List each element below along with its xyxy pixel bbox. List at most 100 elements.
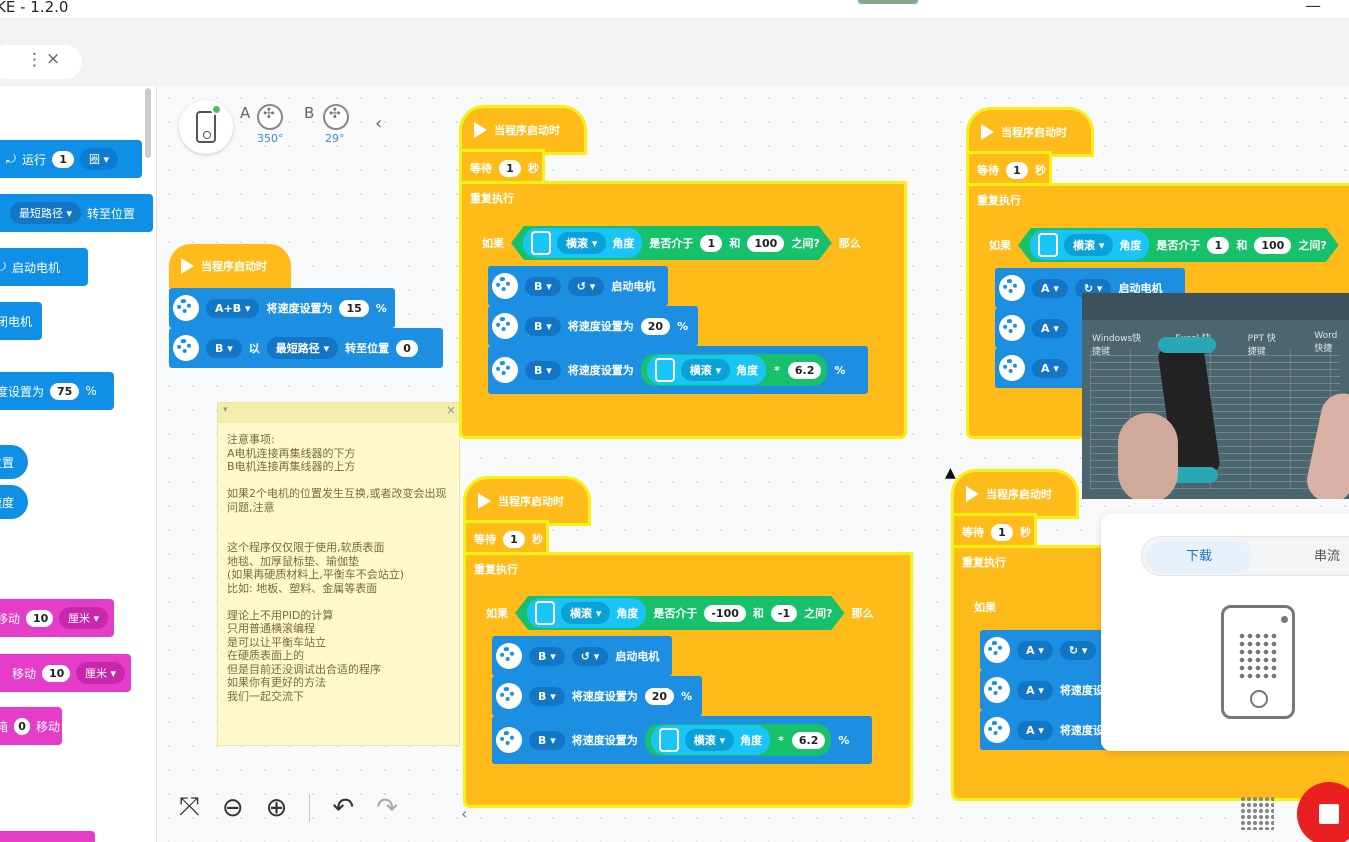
stream-tab[interactable]: 串流 bbox=[1287, 541, 1349, 573]
when-program-starts-block[interactable]: 当程序启动时 bbox=[169, 244, 291, 288]
zoom-in-icon[interactable]: ⊕ bbox=[266, 793, 288, 823]
wait-value[interactable]: 1 bbox=[1006, 161, 1028, 179]
hub-angle-reporter[interactable]: 横滚 角度 bbox=[650, 725, 771, 755]
low-value[interactable]: 1 bbox=[1207, 236, 1230, 254]
port-dropdown[interactable]: B bbox=[529, 686, 565, 706]
wait-value[interactable]: 1 bbox=[499, 159, 521, 177]
palette-block-start-motor[interactable]: ⤾ 启动电机 bbox=[0, 248, 88, 286]
unit-dropdown[interactable]: 圈 bbox=[80, 148, 119, 170]
axis-dropdown[interactable]: 横滚 bbox=[561, 602, 611, 624]
low-value[interactable]: -100 bbox=[704, 604, 746, 622]
palette-block-turn-to[interactable]: 最短路径 转至位置 bbox=[0, 194, 153, 232]
multiplier-value[interactable]: 6.2 bbox=[791, 731, 826, 749]
palette-block-run-rotations[interactable]: ⤾ 运行 1 圈 bbox=[0, 140, 142, 178]
port-dropdown[interactable]: A bbox=[1032, 278, 1068, 298]
is-between-condition[interactable]: 横滚 角度 是否介于 1 和 100 之间? bbox=[1018, 228, 1339, 262]
port-dropdown[interactable]: B bbox=[529, 646, 565, 666]
rotation-value[interactable]: 1 bbox=[52, 150, 75, 168]
hub-angle-reporter[interactable]: 横滚 角度 bbox=[1030, 230, 1150, 260]
set-speed-block[interactable]: A+B 将速度设置为 15 % bbox=[169, 288, 395, 328]
is-between-condition[interactable]: 横滚 角度 是否介于 1 和 100 之间? bbox=[511, 226, 832, 260]
axis-dropdown[interactable]: 横滚 bbox=[680, 359, 731, 381]
port-dropdown[interactable]: B bbox=[525, 360, 561, 380]
speed-value[interactable]: 15 bbox=[339, 299, 369, 317]
collapse-note-icon[interactable]: ▾ bbox=[223, 405, 228, 415]
minimize-button[interactable]: — bbox=[1305, 0, 1321, 15]
hub-angle-reporter[interactable]: 横滚 角度 bbox=[527, 598, 647, 628]
port-dropdown[interactable]: B bbox=[525, 316, 561, 336]
note-text[interactable]: 注意事项: A电机连接再集线器的下方 B电机连接再集线器的上方 如果2个电机的位… bbox=[218, 423, 459, 713]
wait-block[interactable]: 等待 1 秒 bbox=[954, 516, 1034, 548]
download-tab[interactable]: 下载 bbox=[1146, 541, 1252, 573]
unit-dropdown[interactable]: 厘米 bbox=[58, 607, 108, 629]
palette-block-stop-motor[interactable]: 关闭电机 bbox=[0, 302, 42, 340]
high-value[interactable]: 100 bbox=[747, 234, 785, 252]
turn-to-position-block[interactable]: B 以 最短路径 转至位置 0 bbox=[169, 328, 443, 368]
more-icon[interactable]: ⋮ bbox=[26, 50, 43, 70]
port-dropdown[interactable]: A bbox=[1032, 358, 1068, 378]
hub-connection-button[interactable] bbox=[179, 100, 233, 154]
hub-angle-reporter[interactable]: 横滚 角度 bbox=[646, 355, 767, 385]
collapse-hub-panel[interactable]: ‹ bbox=[375, 113, 382, 134]
if-block[interactable]: 如果 横滚 角度 是否介于 1 和 100 之间? 那么 bbox=[474, 224, 904, 262]
high-value[interactable]: 100 bbox=[1254, 236, 1292, 254]
is-between-condition[interactable]: 横滚 角度 是否介于 -100 和 -1 之间? bbox=[515, 596, 845, 630]
unit-dropdown[interactable]: 厘米 bbox=[75, 662, 125, 684]
set-speed-expression-block[interactable]: B 将速度设置为 横滚 角度 * 6.2 % bbox=[492, 716, 872, 764]
palette-reporter-position[interactable]: 位置 bbox=[0, 445, 28, 479]
palette-block-move-2[interactable]: 移动 10 厘米 bbox=[0, 654, 131, 692]
set-speed-expression-block[interactable]: B 将速度设置为 横滚 角度 * 6.2 % bbox=[488, 346, 868, 394]
comment-note[interactable]: ▾ × 注意事项: A电机连接再集线器的下方 B电机连接再集线器的上方 如果2个… bbox=[217, 402, 460, 746]
when-program-starts-block[interactable]: 当程序启动时 bbox=[462, 108, 584, 152]
speed-value[interactable]: 20 bbox=[640, 317, 671, 335]
zoom-out-icon[interactable]: ⊖ bbox=[222, 793, 244, 823]
palette-reporter-speed[interactable]: 速度 bbox=[0, 485, 28, 519]
move-value[interactable]: 10 bbox=[26, 609, 53, 627]
wait-value[interactable]: 1 bbox=[503, 530, 525, 548]
port-dropdown[interactable]: A bbox=[1017, 640, 1053, 660]
port-dropdown[interactable]: A+B bbox=[206, 298, 260, 318]
port-dropdown[interactable]: A bbox=[1017, 720, 1053, 740]
close-note-icon[interactable]: × bbox=[446, 403, 456, 417]
hub-device-icon[interactable] bbox=[1221, 605, 1295, 719]
when-program-starts-block[interactable]: 当程序启动时 bbox=[466, 479, 588, 523]
move-value[interactable]: 10 bbox=[42, 664, 70, 682]
wait-block[interactable]: 等待 1 秒 bbox=[466, 523, 546, 555]
low-value[interactable]: 1 bbox=[700, 234, 723, 252]
wait-value[interactable]: 1 bbox=[991, 523, 1013, 541]
position-value[interactable]: 0 bbox=[396, 339, 419, 357]
move-value[interactable]: 0 bbox=[14, 717, 31, 735]
if-block[interactable]: 如果 横滚 角度 是否介于 -100 和 -1 之间? 那么 bbox=[478, 594, 910, 632]
rotate-ccw-icon[interactable]: ↺ bbox=[571, 646, 609, 666]
axis-dropdown[interactable]: 横滚 bbox=[684, 729, 735, 751]
speed-value[interactable]: 20 bbox=[644, 687, 675, 705]
axis-dropdown[interactable]: 横滚 bbox=[557, 232, 607, 254]
axis-dropdown[interactable]: 横滚 bbox=[1064, 234, 1114, 256]
redo-icon[interactable]: ↷ bbox=[376, 793, 398, 823]
port-dropdown[interactable]: B bbox=[206, 338, 242, 358]
multiplier-value[interactable]: 6.2 bbox=[787, 361, 822, 379]
start-motor-block[interactable]: B ↺ 启动电机 bbox=[492, 636, 672, 676]
collapse-toolbar-icon[interactable]: ‹ bbox=[461, 804, 467, 823]
when-program-starts-block[interactable]: 当程序启动时 bbox=[954, 472, 1076, 516]
multiply-operator[interactable]: 横滚 角度 * 6.2 bbox=[644, 724, 832, 756]
stop-button[interactable] bbox=[1297, 782, 1349, 842]
when-program-starts-block[interactable]: 当程序启动时 bbox=[969, 110, 1091, 154]
palette-block-set-speed[interactable]: 速度设置为 75 % bbox=[0, 372, 114, 410]
wait-block[interactable]: 等待 1 秒 bbox=[462, 152, 542, 184]
high-value[interactable]: -1 bbox=[770, 604, 798, 622]
speed-value[interactable]: 75 bbox=[50, 382, 80, 400]
port-dropdown[interactable]: A bbox=[1032, 318, 1068, 338]
start-motor-block[interactable]: B ↺ 启动电机 bbox=[488, 266, 668, 306]
undo-icon[interactable]: ↶ bbox=[332, 793, 354, 823]
close-tab-icon[interactable]: × bbox=[46, 49, 60, 69]
multiply-operator[interactable]: 横滚 角度 * 6.2 bbox=[640, 354, 828, 386]
wait-block[interactable]: 等待 1 秒 bbox=[969, 154, 1049, 186]
palette-block-move[interactable]: 移动 10 厘米 bbox=[0, 599, 114, 637]
rotate-cw-icon[interactable]: ↻ bbox=[1059, 640, 1097, 660]
set-speed-block[interactable]: B 将速度设置为 20 % bbox=[488, 306, 698, 346]
hub-angle-reporter[interactable]: 横滚 角度 bbox=[523, 228, 643, 258]
palette-scrollbar[interactable] bbox=[145, 88, 151, 158]
fit-to-screen-icon[interactable]: ⤧ bbox=[179, 792, 200, 823]
palette-block-partial[interactable] bbox=[0, 831, 95, 842]
